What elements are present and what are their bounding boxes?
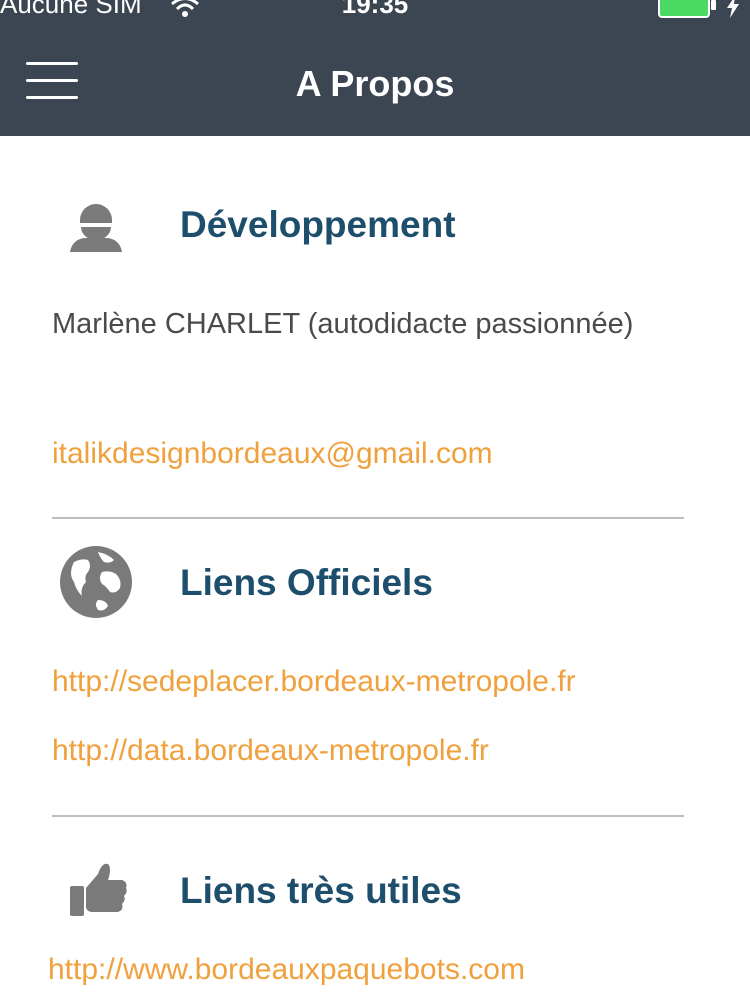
official-link-item[interactable]: http://data.bordeaux-metropole.fr — [52, 731, 489, 771]
battery-icon — [658, 0, 716, 18]
divider — [52, 517, 684, 519]
divider — [52, 815, 684, 817]
about-screen: Aucune SIM 19:35 A Propos Développement … — [0, 0, 750, 1000]
official-link-item[interactable]: http://sedeplacer.bordeaux-metropole.fr — [52, 662, 576, 702]
section-title-development: Développement — [180, 204, 456, 245]
page-title: A Propos — [295, 63, 455, 104]
charging-bolt-icon — [727, 0, 739, 18]
section-title-useful-links: Liens très utiles — [180, 870, 462, 911]
developer-email-link[interactable]: italikdesignbordeaux@gmail.com — [52, 434, 493, 474]
section-title-official-links: Liens Officiels — [180, 562, 433, 603]
useful-link-item[interactable]: http://www.bordeauxpaquebots.com — [48, 950, 525, 990]
globe-icon — [60, 546, 132, 618]
status-time: 19:35 — [341, 0, 409, 19]
thumbs-up-icon — [70, 863, 127, 916]
status-bar: Aucune SIM 19:35 — [0, 0, 750, 20]
developer-name: Marlène CHARLET (autodidacte passionnée) — [52, 308, 634, 340]
user-icon — [70, 204, 122, 252]
navigation-bar: A Propos — [0, 20, 750, 136]
